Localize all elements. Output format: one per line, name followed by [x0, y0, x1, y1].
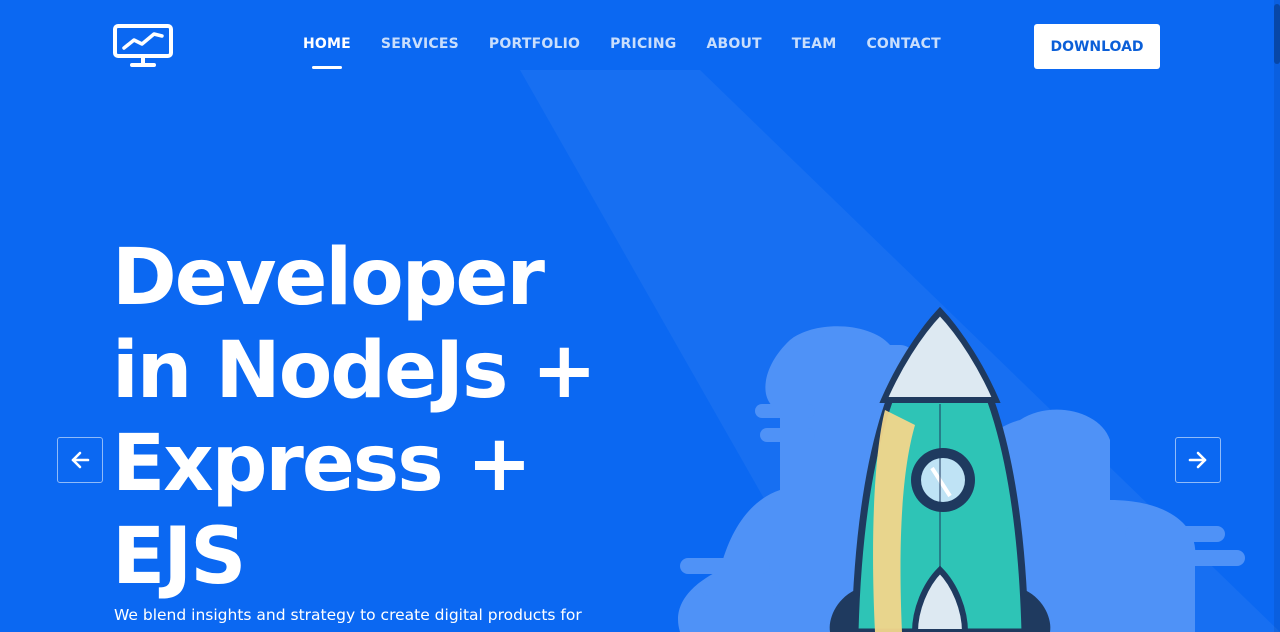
nav-portfolio[interactable]: PORTFOLIO: [489, 36, 580, 52]
hero-headline: Developer in NodeJs + Express + EJS: [112, 232, 672, 604]
carousel-prev-button[interactable]: [57, 437, 103, 483]
top-navbar: HOME SERVICES PORTFOLIO PRICING ABOUT TE…: [0, 0, 1280, 92]
download-button[interactable]: DOWNLOAD: [1034, 24, 1160, 69]
scrollbar-thumb[interactable]: [1274, 4, 1280, 64]
headline-line: in NodeJs +: [112, 326, 597, 416]
nav-home[interactable]: HOME: [303, 36, 351, 69]
nav-about[interactable]: ABOUT: [706, 36, 761, 52]
nav-contact-label: CONTACT: [866, 36, 941, 52]
arrow-right-icon: [1188, 451, 1207, 469]
headline-line: EJS: [112, 512, 246, 602]
nav-pricing-label: PRICING: [610, 36, 677, 52]
nav-about-label: ABOUT: [706, 36, 762, 52]
hero-subtext: We blend insights and strategy to create…: [114, 606, 582, 624]
arrow-left-icon: [71, 451, 90, 469]
monitor-chart-icon[interactable]: [112, 22, 176, 70]
nav-pricing[interactable]: PRICING: [610, 36, 676, 52]
nav-services-label: SERVICES: [380, 36, 459, 52]
nav-links: HOME SERVICES PORTFOLIO PRICING ABOUT TE…: [303, 36, 971, 69]
carousel-next-button[interactable]: [1175, 437, 1221, 483]
nav-home-label: HOME: [303, 36, 351, 52]
nav-portfolio-label: PORTFOLIO: [488, 36, 581, 52]
nav-contact[interactable]: CONTACT: [866, 36, 940, 52]
nav-services[interactable]: SERVICES: [381, 36, 459, 52]
page-scrollbar[interactable]: [1274, 0, 1280, 632]
headline-line: Developer: [112, 233, 545, 323]
headline-line: Express +: [112, 419, 532, 509]
hero-section: HOME SERVICES PORTFOLIO PRICING ABOUT TE…: [0, 0, 1280, 632]
active-underline: [312, 66, 342, 69]
nav-team-label: TEAM: [791, 36, 837, 52]
nav-team[interactable]: TEAM: [792, 36, 837, 52]
